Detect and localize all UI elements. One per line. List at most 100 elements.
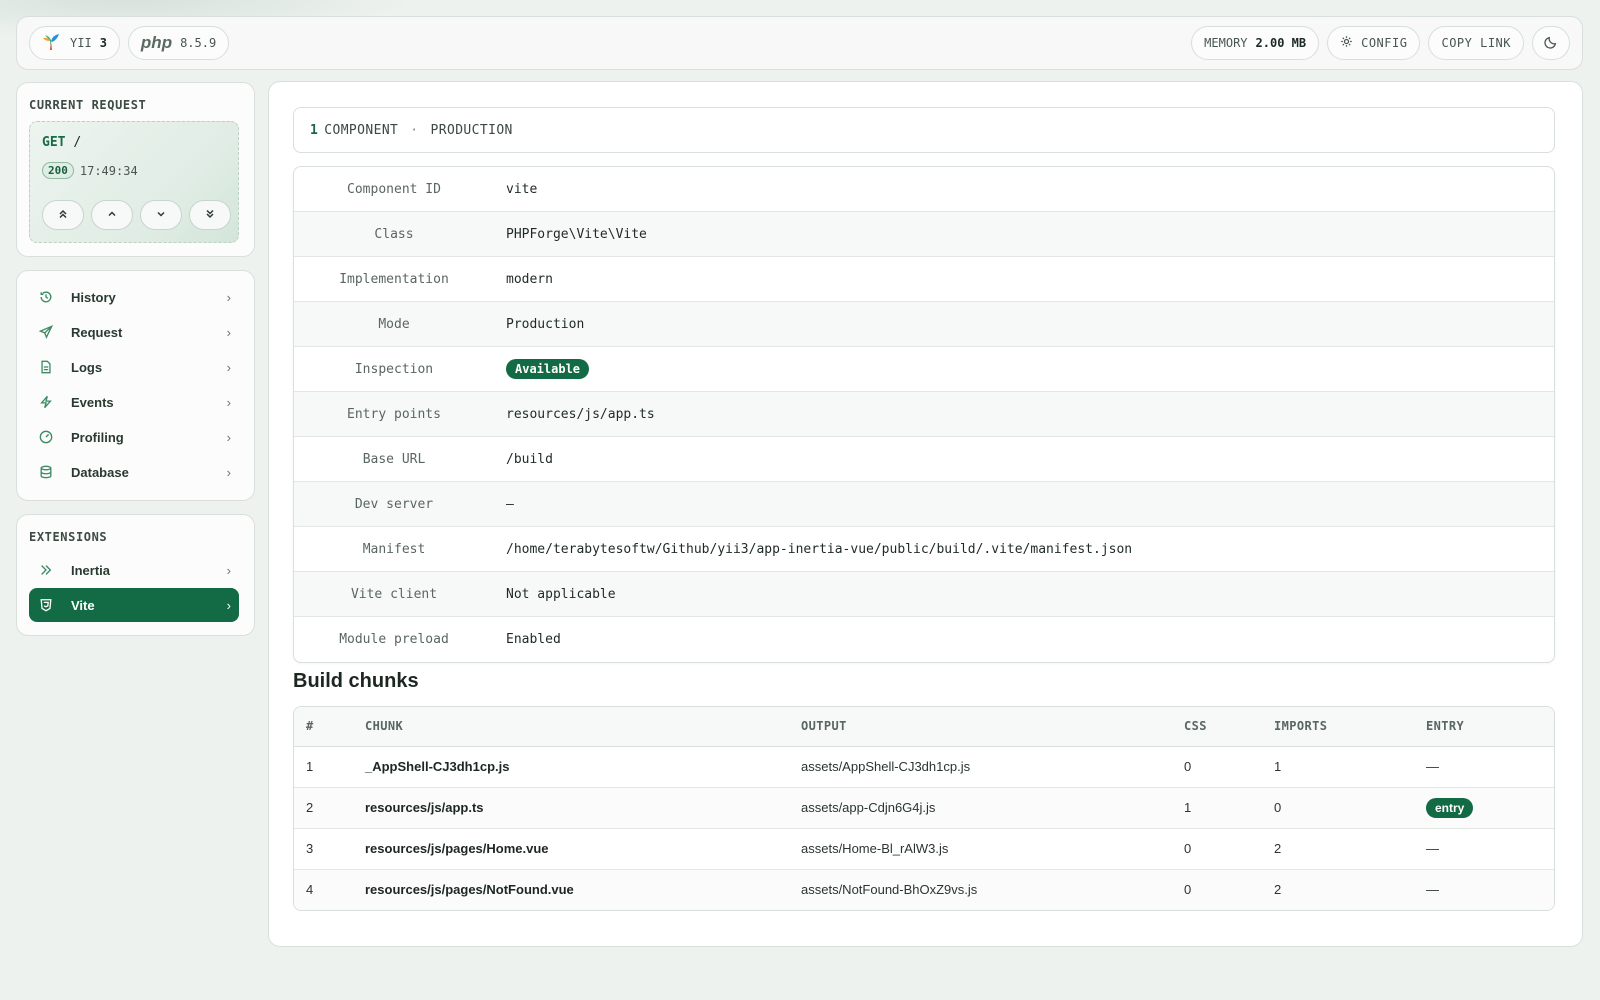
property-value: Production: [506, 316, 585, 332]
column-header: CSS: [1184, 707, 1274, 747]
property-row: Class PHPForge\Vite\Vite: [294, 212, 1554, 257]
property-value: vite: [506, 181, 538, 197]
yii-logo-icon: [42, 32, 62, 55]
chunk-output: assets/Home-Bl_rAlW3.js: [801, 828, 1184, 870]
extension-item-vite[interactable]: Vite ›: [29, 588, 239, 622]
chevron-up-icon: [107, 206, 117, 224]
chunk-number: 4: [294, 869, 365, 910]
current-request-title: CURRENT REQUEST: [29, 98, 147, 112]
available-badge: Available: [506, 358, 590, 379]
property-key: Implementation: [339, 271, 449, 287]
property-value: Available: [494, 358, 590, 379]
extensions-title: EXTENSIONS: [29, 530, 108, 544]
chevron-right-icon: ›: [226, 563, 231, 578]
property-key: Class: [374, 226, 414, 242]
menu-item-events[interactable]: Events ›: [29, 385, 239, 419]
table-header-row: # CHUNK OUTPUT CSS IMPORTS ENTRY: [294, 707, 1554, 747]
chevron-right-icon: ›: [226, 430, 231, 445]
table-row: 1 _AppShell-CJ3dh1cp.js assets/AppShell-…: [294, 746, 1554, 788]
chunk-number: 3: [294, 828, 365, 870]
property-key: Module preload: [339, 632, 449, 647]
chevron-right-icon: ›: [226, 395, 231, 410]
chunk-number: 2: [294, 787, 365, 829]
menu-item-label: Logs: [71, 359, 103, 375]
first-request-button[interactable]: [42, 200, 84, 230]
property-value: /build: [506, 451, 553, 467]
menu-item-database[interactable]: Database ›: [29, 455, 239, 489]
extension-item-label: Vite: [71, 597, 95, 613]
memory-label: MEMORY: [1204, 36, 1248, 50]
status-badge: 200: [42, 162, 74, 179]
property-row: Base URL /build: [294, 437, 1554, 482]
request-summary[interactable]: GET / 200 17:49:34: [29, 121, 239, 243]
property-row: Implementation modern: [294, 257, 1554, 302]
php-version: 8.5.9: [180, 36, 217, 50]
next-request-button[interactable]: [140, 200, 182, 230]
gear-icon: [1340, 35, 1353, 51]
property-value: resources/js/app.ts: [506, 406, 655, 422]
property-value: modern: [506, 271, 553, 287]
property-value: —: [506, 496, 514, 512]
main-panel: 1 COMPONENT · PRODUCTION Component ID vi…: [268, 81, 1583, 947]
column-header: IMPORTS: [1274, 707, 1426, 747]
chunk-output: assets/NotFound-BhOxZ9vs.js: [801, 869, 1184, 910]
top-toolbar: YII 3 php 8.5.9 MEMORY 2.00 MB CONFIG CO…: [16, 16, 1583, 70]
previous-request-button[interactable]: [91, 200, 133, 230]
chunk-entry: entry: [1426, 787, 1554, 829]
copy-link-button[interactable]: COPY LINK: [1428, 26, 1524, 60]
moon-icon: [1544, 35, 1558, 52]
last-request-button[interactable]: [189, 200, 231, 230]
chevrons-icon: [37, 561, 55, 579]
main-menu-card: History › Request › Logs › Events › Prof…: [16, 270, 255, 501]
table-row: 3 resources/js/pages/Home.vue assets/Hom…: [294, 828, 1554, 870]
database-icon: [37, 463, 55, 481]
extension-item-inertia[interactable]: Inertia ›: [29, 553, 239, 587]
chunk-name: resources/js/pages/Home.vue: [365, 828, 801, 870]
property-row: Entry points resources/js/app.ts: [294, 392, 1554, 437]
property-value: PHPForge\Vite\Vite: [506, 226, 647, 242]
yii-label: YII: [70, 36, 92, 50]
current-request-card: CURRENT REQUEST GET / 200 17:49:34: [16, 82, 255, 257]
config-button[interactable]: CONFIG: [1327, 26, 1421, 60]
build-chunks-title: Build chunks: [293, 670, 419, 692]
mode-label: PRODUCTION: [430, 122, 513, 138]
component-summary: 1 COMPONENT · PRODUCTION: [293, 107, 1555, 153]
menu-item-label: History: [71, 289, 116, 305]
extension-item-label: Inertia: [71, 562, 111, 578]
property-value: Not applicable: [506, 586, 616, 602]
chunk-number: 1: [294, 746, 365, 788]
yii-version: 3: [99, 36, 107, 50]
column-header: OUTPUT: [801, 707, 1184, 747]
menu-item-profiling[interactable]: Profiling ›: [29, 420, 239, 454]
history-icon: [37, 288, 55, 306]
yii-version-pill: YII 3: [29, 26, 120, 60]
menu-item-label: Events: [71, 394, 114, 410]
memory-value: 2.00 MB: [1255, 36, 1307, 50]
chunk-entry: —: [1426, 828, 1554, 870]
chunk-css: 0: [1184, 746, 1274, 788]
menu-item-request[interactable]: Request ›: [29, 315, 239, 349]
chunk-css: 1: [1184, 787, 1274, 829]
extensions-card: EXTENSIONS Inertia › Vite ›: [16, 514, 255, 636]
chunk-output: assets/app-Cdjn6G4j.js: [801, 787, 1184, 829]
send-icon: [37, 323, 55, 341]
chunk-name: resources/js/app.ts: [365, 787, 801, 829]
chevrons-up-icon: [58, 206, 68, 224]
request-time: 17:49:34: [79, 163, 138, 178]
property-value: Enabled: [506, 632, 561, 647]
chunk-entry: —: [1426, 746, 1554, 788]
bolt-icon: [37, 393, 55, 411]
property-row: Vite client Not applicable: [294, 572, 1554, 617]
menu-item-history[interactable]: History ›: [29, 280, 239, 314]
config-label: CONFIG: [1361, 36, 1408, 50]
component-properties: Component ID vite Class PHPForge\Vite\Vi…: [293, 166, 1555, 663]
chevron-right-icon: ›: [226, 325, 231, 340]
theme-toggle-button[interactable]: [1532, 26, 1570, 60]
gauge-icon: [37, 428, 55, 446]
property-key: Mode: [378, 316, 410, 332]
menu-item-logs[interactable]: Logs ›: [29, 350, 239, 384]
chevron-right-icon: ›: [226, 290, 231, 305]
property-key: Base URL: [362, 451, 426, 467]
build-chunks-table: # CHUNK OUTPUT CSS IMPORTS ENTRY 1 _AppS…: [293, 706, 1555, 911]
property-row: Dev server —: [294, 482, 1554, 527]
